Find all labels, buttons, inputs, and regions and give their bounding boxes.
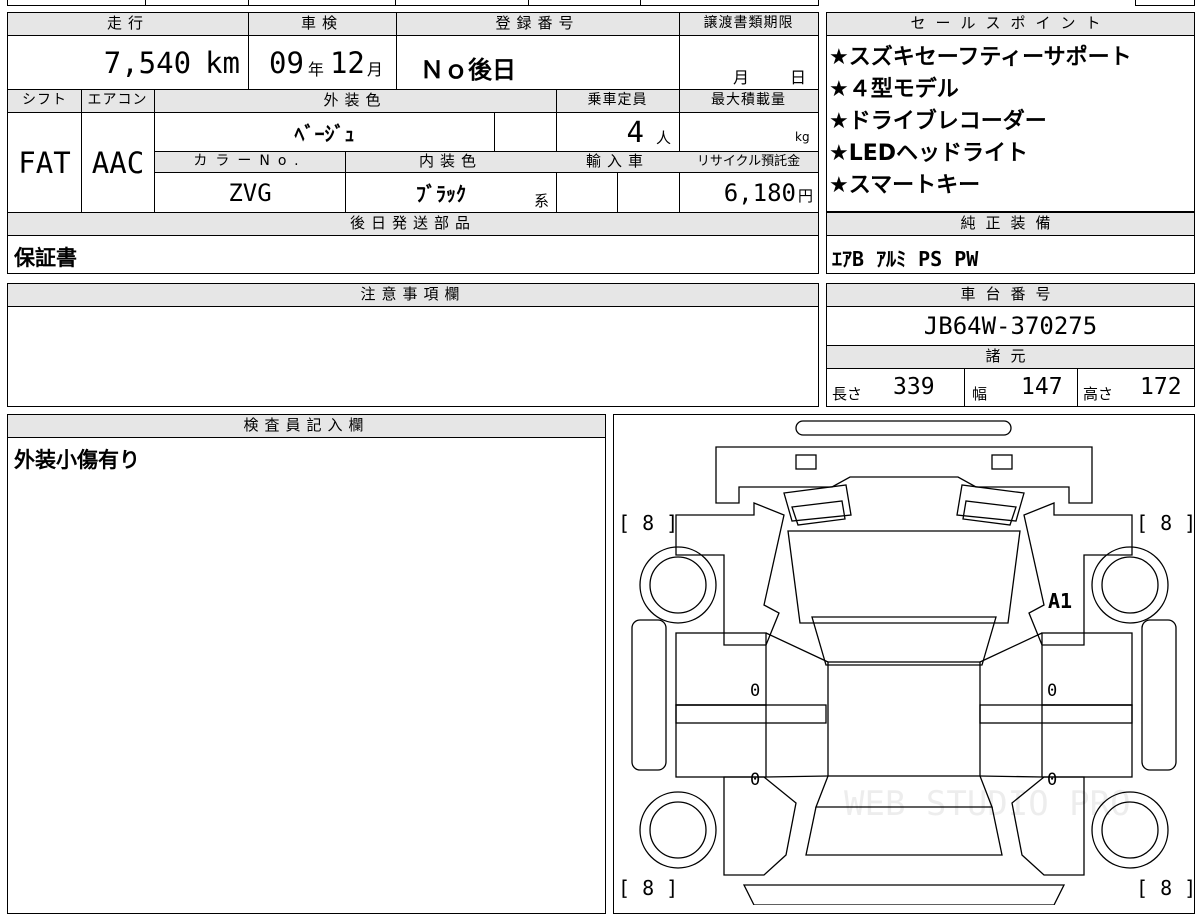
inspector-header: 検査員記入欄 — [8, 415, 605, 438]
door-rl-score: 0 — [750, 770, 760, 790]
damage-mark-a1: A1 — [1048, 589, 1072, 613]
registration-value: Ｎｏ後日 — [420, 56, 516, 84]
mileage-value-cell: 7,540 km — [8, 36, 246, 89]
later-parts-value: 保証書 — [14, 246, 77, 270]
imported-header: 輸入車 — [556, 152, 679, 173]
capacity-header: 乗車定員 — [556, 90, 679, 113]
color-no-header: カラーNo. — [155, 152, 345, 173]
exterior-color-header: 外装色 — [154, 90, 556, 113]
car-diagram: [ 8 ] [ 8 ] [ 8 ] [ 8 ] A1 0 0 0 0 WEB S… — [618, 420, 1194, 905]
front-bumper-lip — [795, 420, 1012, 436]
inspector-box — [7, 414, 606, 914]
side-step-left — [675, 704, 827, 724]
side-mirror-right — [1141, 619, 1177, 771]
standard-equipment-value: ｴｱB ｱﾙﾐ PS PW — [832, 247, 979, 271]
wheel-rear-left — [639, 791, 717, 869]
transfer-month-unit: 月 — [733, 68, 750, 87]
capacity-value: 4 — [626, 115, 644, 149]
sales-points-list: ★スズキセーフティーサポート ★４型モデル ★ドライブレコーダー ★LEDヘッド… — [829, 42, 1132, 202]
door-fl-score: 0 — [750, 681, 760, 701]
inspection-year-unit: 年 — [307, 59, 324, 79]
spec-length-label: 長さ — [832, 385, 863, 403]
hood — [787, 530, 1021, 624]
chassis-number-value: JB64W-370275 — [923, 312, 1098, 340]
registration-header: 登録番号 — [396, 13, 679, 36]
aircon-header: エアコン — [81, 90, 154, 113]
front-fender-right — [1023, 502, 1133, 646]
inspection-month-unit: 月 — [366, 59, 383, 79]
spec-width-value: 147 — [1021, 374, 1063, 400]
chassis-number-header: 車台番号 — [827, 284, 1194, 307]
tire-front-left-label: [ 8 ] — [618, 511, 678, 535]
tire-front-right-label: [ 8 ] — [1136, 511, 1194, 535]
side-mirror-left — [631, 619, 667, 771]
interior-color-suffix: 系 — [534, 192, 550, 210]
mileage-value: 7,540 — [103, 45, 192, 80]
rear-fender-left — [723, 776, 797, 876]
max-load-unit: kg — [795, 130, 810, 144]
inspection-month: 12 — [329, 45, 365, 80]
headlight-left — [783, 484, 852, 522]
wheel-front-left — [639, 546, 717, 624]
inspector-value: 外装小傷有り — [14, 448, 140, 472]
standard-equipment-header: 純正装備 — [827, 213, 1194, 236]
spec-height-value: 172 — [1140, 374, 1182, 400]
specs-header: 諸元 — [827, 346, 1194, 369]
sales-point-item: ★スズキセーフティーサポート — [829, 45, 1132, 70]
interior-color-header: 内装色 — [345, 152, 556, 173]
transfer-deadline-header: 譲渡書類期限 — [679, 13, 818, 36]
shift-header: シフト — [8, 90, 81, 113]
tire-rear-right-label: [ 8 ] — [1136, 876, 1194, 900]
front-fender-left — [675, 502, 785, 646]
notes-header: 注意事項欄 — [8, 284, 818, 307]
roof — [827, 661, 981, 777]
sales-point-item: ★LEDヘッドライト — [829, 141, 1029, 166]
shift-value: FAT — [18, 145, 71, 180]
windshield — [811, 616, 997, 666]
aircon-value: AAC — [91, 145, 145, 180]
sales-points-header: セールスポイント — [827, 13, 1194, 36]
fog-lamp-left — [795, 454, 817, 470]
mileage-header: 走行 — [8, 13, 248, 36]
door-rear-right — [1041, 704, 1133, 778]
sales-point-item: ★４型モデル — [829, 77, 959, 102]
sales-point-item: ★ドライブレコーダー — [829, 109, 1047, 134]
tire-rear-left-label: [ 8 ] — [618, 876, 678, 900]
fog-lamp-right — [991, 454, 1013, 470]
color-no-value: ZVG — [228, 178, 272, 207]
mileage-unit: km — [205, 45, 240, 80]
capacity-unit: 人 — [655, 128, 671, 147]
front-bumper — [715, 446, 1093, 504]
watermark: WEB STUDIO PRO — [844, 784, 1131, 824]
recycle-fee-cell: 6,180 円 — [680, 173, 819, 212]
side-step-right — [979, 704, 1133, 724]
headlight-right — [956, 484, 1025, 522]
inspection-header: 車検 — [248, 13, 396, 36]
recycle-fee-header: リサイクル預託金 — [679, 152, 818, 173]
inspection-year: 09 — [269, 45, 304, 80]
door-rear-left — [675, 704, 767, 778]
rear-bumper — [742, 884, 1066, 905]
spec-width-label: 幅 — [972, 385, 988, 403]
exterior-color-value: ﾍﾞｰｼﾞｭ — [294, 121, 355, 146]
sales-point-item: ★スマートキー — [829, 173, 981, 198]
recycle-fee-value: 6,180 — [723, 178, 796, 207]
top-stub-row — [7, 0, 819, 6]
inspection-value-cell: 09 年 12 月 — [249, 36, 396, 89]
spec-length-value: 339 — [893, 374, 935, 400]
transfer-day-unit: 日 — [790, 68, 807, 87]
door-fr-score: 0 — [1047, 681, 1057, 701]
recycle-fee-unit: 円 — [797, 187, 813, 205]
wheel-front-right — [1091, 546, 1169, 624]
interior-color-value: ﾌﾞﾗｯｸ — [416, 182, 466, 206]
max-load-header: 最大積載量 — [679, 90, 818, 113]
capacity-value-cell: 4 人 — [557, 113, 679, 151]
spec-height-label: 高さ — [1083, 385, 1114, 403]
car-diagram-box: [ 8 ] [ 8 ] [ 8 ] [ 8 ] A1 0 0 0 0 WEB S… — [613, 414, 1195, 914]
later-parts-header: 後日発送部品 — [8, 213, 818, 236]
